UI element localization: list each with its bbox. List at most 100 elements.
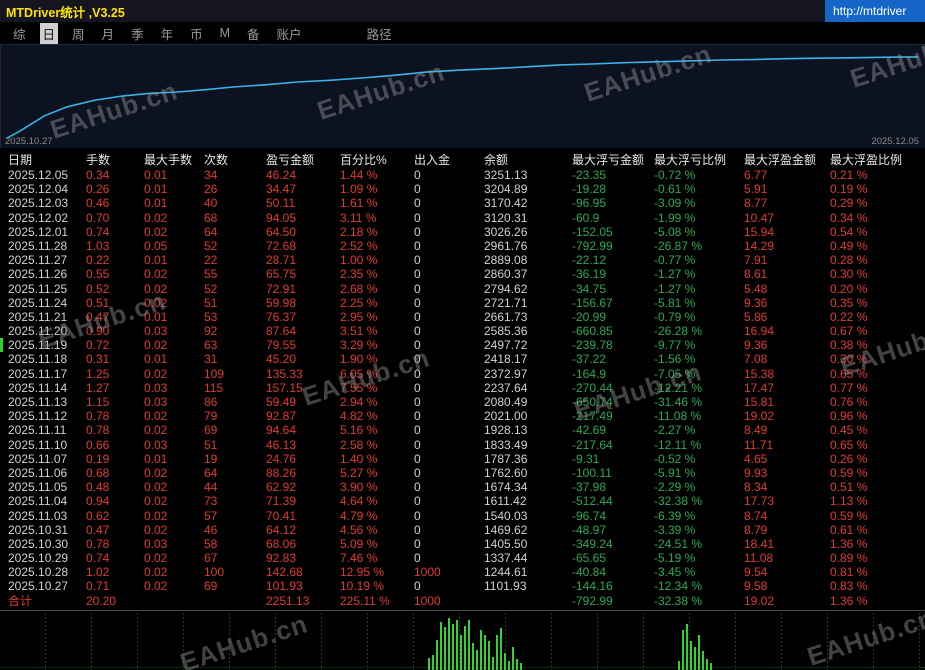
cell-max_lots: 0.02 bbox=[144, 508, 168, 523]
stats-table-body: 2025.12.05 0.34 0.01 34 46.24 1.44 % 0 3251.13 -… bbox=[0, 168, 925, 594]
cell-max_float_profit: 5.86 bbox=[744, 309, 768, 324]
volume-bar bbox=[682, 630, 684, 670]
cell-in_out: 0 bbox=[414, 451, 421, 466]
cell-balance: 1244.61 bbox=[484, 565, 528, 580]
cell-pl_pct: 3.90 % bbox=[340, 480, 378, 495]
menu-item-年[interactable]: 年 bbox=[158, 23, 177, 44]
cell-max_float_profit: 15.94 bbox=[744, 224, 775, 239]
table-row: 2025.11.04 0.94 0.02 73 71.39 4.64 % 0 1611.42 -… bbox=[0, 494, 925, 508]
total-date: 合计 bbox=[8, 593, 33, 608]
cell-balance: 1540.03 bbox=[484, 508, 528, 523]
header-count: 次数 bbox=[204, 153, 229, 167]
menu-item-周[interactable]: 周 bbox=[69, 23, 88, 44]
cell-in_out: 0 bbox=[414, 352, 421, 367]
volume-bar bbox=[710, 663, 712, 670]
stats-total-row: 合计 20.20 2251.13 225.11 % 1000 -792.99 -32.38 … bbox=[0, 594, 925, 611]
cell-count: 68 bbox=[204, 210, 218, 225]
cell-max_float_loss_pct: -0.72 % bbox=[654, 168, 696, 182]
cell-max_float_profit_pct: 0.28 % bbox=[830, 253, 868, 268]
cell-in_out: 0 bbox=[414, 395, 421, 409]
cell-max_float_profit: 8.49 bbox=[744, 423, 768, 438]
cell-pl_amount: 76.37 bbox=[266, 309, 297, 324]
cell-pl_pct: 10.19 % bbox=[340, 579, 385, 594]
cell-count: 52 bbox=[204, 238, 218, 253]
cell-count: 115 bbox=[204, 380, 224, 395]
cell-max_lots: 0.02 bbox=[144, 281, 168, 296]
cell-max_float_loss_pct: -0.77 % bbox=[654, 253, 696, 268]
cell-max_float_profit: 9.36 bbox=[744, 338, 768, 353]
cell-count: 22 bbox=[204, 253, 218, 268]
volume-bar bbox=[488, 641, 490, 670]
cell-max_float_profit_pct: 0.65 % bbox=[830, 366, 868, 381]
cell-date: 2025.11.14 bbox=[8, 380, 68, 395]
cell-max_float_loss: -40.84 bbox=[572, 565, 607, 580]
volume-bar bbox=[460, 635, 462, 670]
cell-max_lots: 0.02 bbox=[144, 423, 168, 438]
cell-in_out: 0 bbox=[414, 309, 421, 324]
cell-max_float_profit: 6.77 bbox=[744, 168, 768, 182]
cell-balance: 1928.13 bbox=[484, 423, 528, 438]
table-row: 2025.10.30 0.78 0.03 58 68.06 5.09 % 0 1405.50 -… bbox=[0, 537, 925, 551]
table-row: 2025.10.31 0.47 0.02 46 64.12 4.56 % 0 1469.62 -… bbox=[0, 523, 925, 537]
cell-max_float_loss_pct: -12.21 % bbox=[654, 380, 703, 395]
cell-max_float_loss_pct: -5.81 % bbox=[654, 295, 696, 310]
cell-pl_amount: 46.24 bbox=[266, 168, 297, 182]
header-pl_amount: 盈亏金额 bbox=[266, 153, 315, 167]
cell-max_lots: 0.03 bbox=[144, 395, 168, 409]
menu-item-综[interactable]: 综 bbox=[10, 23, 29, 44]
menu-item-月[interactable]: 月 bbox=[99, 23, 118, 44]
menu-item-账户[interactable]: 账户 bbox=[274, 23, 305, 44]
cell-pl_pct: 4.79 % bbox=[340, 508, 378, 523]
volume-bar bbox=[706, 659, 708, 670]
cell-pl_pct: 2.25 % bbox=[340, 295, 378, 310]
total-count bbox=[204, 594, 266, 610]
cell-max_float_loss_pct: -0.61 % bbox=[654, 182, 696, 197]
cell-max_float_loss: -36.19 bbox=[572, 267, 607, 282]
cell-count: 52 bbox=[204, 281, 218, 296]
left-green-tick bbox=[0, 338, 3, 352]
cell-balance: 3170.42 bbox=[484, 196, 528, 211]
cell-pl_pct: 2.58 % bbox=[340, 437, 378, 452]
cell-balance: 1405.50 bbox=[484, 536, 528, 551]
cell-pl_amount: 45.20 bbox=[266, 352, 297, 367]
header-max_float_profit: 最大浮盈金额 bbox=[744, 153, 817, 167]
menu-item-季[interactable]: 季 bbox=[128, 23, 147, 44]
cell-lots: 0.51 bbox=[86, 295, 110, 310]
cell-in_out: 0 bbox=[414, 380, 421, 395]
cell-max_float_profit: 8.74 bbox=[744, 508, 768, 523]
menu-item-M[interactable]: M bbox=[217, 25, 233, 41]
cell-max_float_loss_pct: -3.39 % bbox=[654, 522, 696, 537]
volume-bar bbox=[690, 641, 692, 670]
volume-bar bbox=[702, 651, 704, 670]
table-row: 2025.11.03 0.62 0.02 57 70.41 4.79 % 0 1540.03 -… bbox=[0, 509, 925, 523]
website-link[interactable]: http://mtdriver bbox=[825, 0, 925, 22]
volume-bar bbox=[516, 659, 518, 670]
cell-balance: 3204.89 bbox=[484, 182, 528, 197]
cell-max_float_profit_pct: 0.65 % bbox=[830, 437, 868, 452]
cell-max_float_loss_pct: -1.99 % bbox=[654, 210, 696, 225]
total-pl_pct: 225.11 % bbox=[340, 593, 390, 608]
volume-bar bbox=[432, 655, 434, 670]
table-row: 2025.12.05 0.34 0.01 34 46.24 1.44 % 0 3251.13 -… bbox=[0, 168, 925, 182]
cell-lots: 0.78 bbox=[86, 409, 110, 424]
cell-lots: 0.66 bbox=[86, 437, 110, 452]
cell-date: 2025.10.31 bbox=[8, 522, 69, 537]
menu-item-备[interactable]: 备 bbox=[244, 23, 263, 44]
cell-max_float_loss: -37.98 bbox=[572, 480, 607, 495]
header-date: 日期 bbox=[8, 153, 33, 167]
total-max_float_profit: 19.02 bbox=[744, 593, 775, 608]
cell-max_float_profit: 9.36 bbox=[744, 295, 768, 310]
cell-max_float_profit: 5.48 bbox=[744, 281, 768, 296]
cell-pl_amount: 101.93 bbox=[266, 579, 303, 594]
menu-item-日[interactable]: 日 bbox=[39, 22, 59, 44]
cell-max_lots: 0.01 bbox=[144, 253, 168, 268]
menu-item-path[interactable]: 路径 bbox=[364, 23, 395, 44]
cell-max_float_loss: -217.64 bbox=[572, 437, 613, 452]
menu-item-币[interactable]: 币 bbox=[187, 23, 206, 44]
cell-pl_amount: 79.55 bbox=[266, 338, 297, 353]
cell-max_float_profit_pct: 0.51 % bbox=[830, 480, 868, 495]
cell-in_out: 0 bbox=[414, 423, 421, 438]
cell-max_float_loss: -152.05 bbox=[572, 224, 613, 239]
table-row: 2025.10.27 0.71 0.02 69 101.93 10.19 % 0 1101.9… bbox=[0, 579, 925, 593]
cell-pl_amount: 142.68 bbox=[266, 565, 303, 580]
